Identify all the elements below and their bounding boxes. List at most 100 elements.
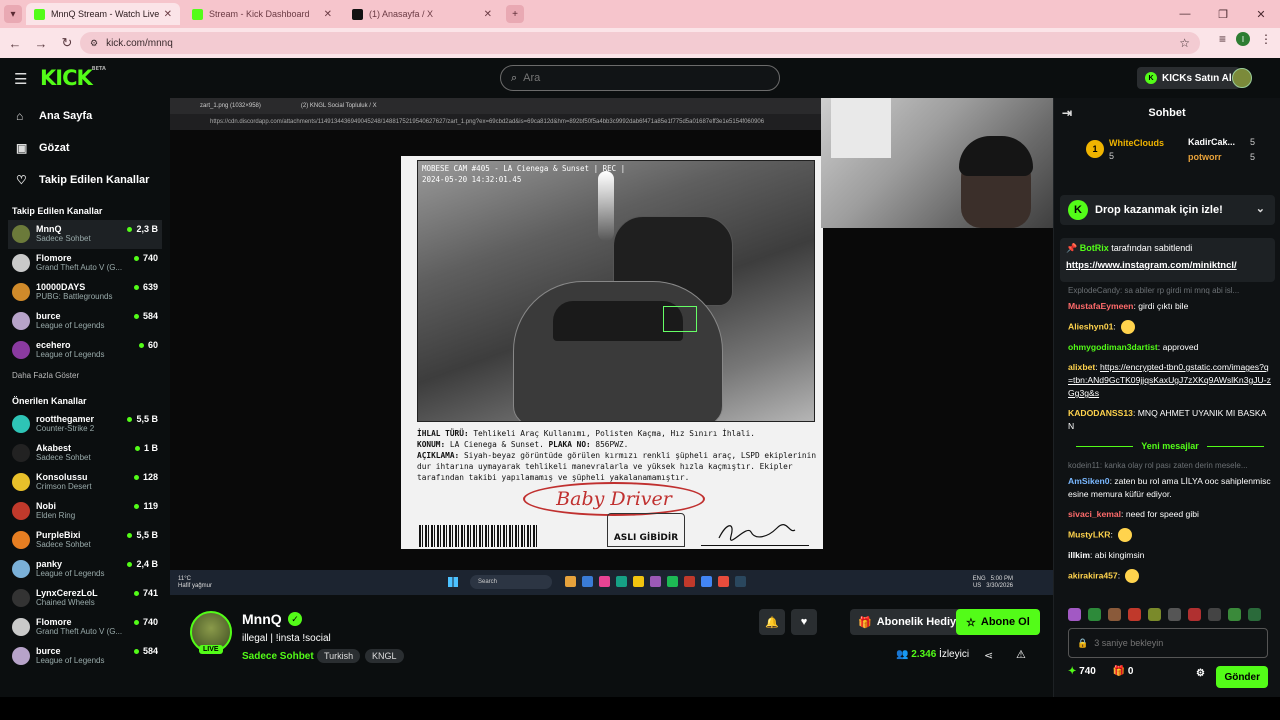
sidebar-channel[interactable]: 10000DAYS PUBG: Battlegrounds 639 — [0, 278, 170, 307]
search-input[interactable] — [523, 72, 754, 84]
drop-banner-text: Drop kazanmak için izle! — [1095, 204, 1223, 216]
emote-icon[interactable] — [1208, 608, 1221, 621]
chat-input[interactable] — [1094, 638, 1255, 648]
chat-username[interactable]: MustafaEymeen — [1068, 301, 1133, 311]
settings-gear-icon[interactable]: ⚙ — [1196, 668, 1205, 679]
notification-bell-icon[interactable]: 🔔 — [759, 609, 785, 635]
new-tab-plus-icon[interactable]: + — [506, 5, 524, 23]
chat-username[interactable]: illkim — [1068, 550, 1090, 560]
user-avatar[interactable] — [1232, 68, 1252, 88]
pinned-link[interactable]: https://www.instagram.com/miniktncl/ — [1066, 260, 1269, 271]
sidebar-channel[interactable]: PurpleBixi Sadece Sohbet 5,5 B — [0, 526, 170, 555]
sidebar-channel[interactable]: ecehero League of Legends 60 — [0, 336, 170, 365]
streamer-name[interactable]: MnnQ — [242, 611, 282, 627]
minimize-icon[interactable]: — — [1166, 0, 1204, 28]
follow-heart-icon[interactable]: ♥ — [791, 609, 817, 635]
emote-icon[interactable] — [1188, 608, 1201, 621]
sidebar-channel[interactable]: burce League of Legends 584 — [0, 307, 170, 336]
kick-logo[interactable]: KICKBETA — [40, 66, 106, 90]
sidebar-channel[interactable]: Flomore Grand Theft Auto V (G... 740 — [0, 249, 170, 278]
browser-menu-icon[interactable]: ⋮ — [1260, 32, 1272, 46]
pinned-message: 📌 BotRix tarafından sabitlendi https://w… — [1060, 238, 1275, 282]
reading-list-icon[interactable]: ≡ — [1219, 32, 1226, 46]
chat-username[interactable]: AmSiken0 — [1068, 476, 1110, 486]
sidebar-channel[interactable]: panky League of Legends 2,4 B — [0, 555, 170, 584]
profile-avatar[interactable]: I — [1236, 32, 1250, 46]
report-warning-icon[interactable]: ⚠ — [1016, 648, 1026, 661]
nav-browse[interactable]: ▣ Gözat — [0, 132, 170, 164]
close-tab-icon[interactable]: ✕ — [324, 9, 332, 20]
tab-search-icon[interactable]: ▾ — [4, 5, 22, 23]
channel-viewers: 740 — [134, 617, 158, 627]
aciklama-value: Siyah-beyaz görüntüde görülen kırmızı re… — [417, 451, 817, 482]
emote-icon[interactable] — [1148, 608, 1161, 621]
gift-box-icon[interactable]: 🎁 — [1113, 666, 1125, 677]
sidebar-channel[interactable]: Konsolussu Crimson Desert 128 — [0, 468, 170, 497]
browser-tab-dashboard[interactable]: Stream - Kick Dashboard ✕ — [184, 3, 340, 25]
nav-home[interactable]: ⌂ Ana Sayfa — [0, 100, 170, 132]
emote-icon[interactable] — [1228, 608, 1241, 621]
chat-text: approved — [1162, 342, 1199, 352]
chat-message: akirakira457: — [1068, 569, 1272, 583]
share-icon[interactable]: ⋖ — [984, 649, 993, 662]
leader-name[interactable]: KadirCak... — [1188, 137, 1235, 147]
send-button[interactable]: Gönder — [1216, 666, 1268, 688]
reload-icon[interactable]: ↻ — [56, 35, 78, 51]
emote-icon[interactable] — [1108, 608, 1121, 621]
chat-text[interactable]: https://encrypted-tbn0.gstatic.com/image… — [1068, 362, 1271, 398]
emote-icon[interactable] — [1248, 608, 1261, 621]
search-bar[interactable]: ⌕ — [500, 65, 780, 91]
sidebar-channel[interactable]: rootthegamer Counter-Strike 2 5,5 B — [0, 410, 170, 439]
address-bar[interactable]: ⚙ kick.com/mnnq ☆ — [80, 32, 1200, 54]
forward-arrow-icon[interactable]: → — [30, 36, 52, 51]
browser-tab-x[interactable]: (1) Anasayfa / X ✕ — [344, 3, 500, 25]
tag-turkish[interactable]: Turkish — [317, 649, 361, 663]
back-arrow-icon[interactable]: ← — [4, 36, 26, 51]
stream-category[interactable]: Sadece Sohbet — [242, 651, 314, 662]
plaka-value: 856PWZ. — [595, 440, 629, 449]
collapse-chat-icon[interactable]: ⇥ — [1062, 106, 1072, 120]
sidebar-channel[interactable]: Flomore Grand Theft Auto V (G... 740 — [0, 613, 170, 642]
nav-following[interactable]: ♡ Takip Edilen Kanallar — [0, 164, 170, 196]
chat-username[interactable]: KADODANSS13 — [1068, 408, 1133, 418]
emote-icon[interactable] — [1088, 608, 1101, 621]
close-tab-icon[interactable]: ✕ — [164, 9, 172, 20]
viewer-label: İzleyici — [939, 649, 970, 660]
chat-username[interactable]: Alieshyn01 — [1068, 321, 1113, 331]
menu-hamburger-icon[interactable]: ☰ — [14, 70, 27, 88]
browser-tab-kick-stream[interactable]: MnnQ Stream - Watch Live ✕ — [26, 3, 180, 25]
chat-username[interactable]: sivaci_kemal — [1068, 509, 1121, 519]
leader-name[interactable]: potworr — [1188, 152, 1222, 162]
chat-username[interactable]: alixbet — [1068, 362, 1095, 372]
violation-text: İHLAL TÜRÜ: Tehlikeli Araç Kullanımı, Po… — [417, 428, 817, 483]
buy-kicks-button[interactable]: K KICKs Satın Al — [1137, 67, 1240, 89]
chat-username[interactable]: akirakira457 — [1068, 570, 1118, 580]
channel-viewers: 741 — [134, 588, 158, 598]
sidebar-channel[interactable]: MnnQ Sadece Sohbet 2,3 B — [8, 220, 162, 249]
emote-icon[interactable] — [1128, 608, 1141, 621]
emote-icon — [1121, 320, 1136, 334]
emote-icon[interactable] — [1168, 608, 1181, 621]
maximize-icon[interactable]: ❐ — [1204, 0, 1242, 28]
chevron-down-icon[interactable]: ⌄ — [1256, 202, 1265, 215]
chat-username[interactable]: ohmygodiman3dartist — [1068, 342, 1158, 352]
chat-username[interactable]: MustyLKR — [1068, 529, 1111, 539]
close-window-icon[interactable]: ✕ — [1242, 0, 1280, 28]
tab-label: Stream - Kick Dashboard — [209, 9, 310, 19]
faded-reply: kodein11: kanka olay rol pası zaten deri… — [1068, 461, 1248, 470]
sidebar-channel[interactable]: burce League of Legends 584 — [0, 642, 170, 671]
drop-banner[interactable]: K Drop kazanmak için izle! ⌄ — [1060, 195, 1275, 225]
sidebar-channel[interactable]: LynxCerezLoL Chained Wheels 741 — [0, 584, 170, 613]
chat-input-box[interactable]: 🔒 — [1068, 628, 1268, 658]
subscribe-button[interactable]: ☆ Abone Ol — [956, 609, 1040, 635]
emote-icon[interactable] — [1068, 608, 1081, 621]
site-info-icon[interactable]: ⚙ — [90, 38, 98, 49]
sidebar-channel[interactable]: Akabest Sadece Sohbet 1 B — [0, 439, 170, 468]
leader-name[interactable]: WhiteClouds — [1109, 138, 1164, 148]
show-more-link[interactable]: Daha Fazla Göster — [0, 365, 170, 386]
sidebar-channel[interactable]: Nobi Elden Ring 119 — [0, 497, 170, 526]
tag-kngl[interactable]: KNGL — [365, 649, 404, 663]
close-tab-icon[interactable]: ✕ — [484, 9, 492, 20]
video-player[interactable]: zart_1.png (1032×958) (2) KNGL Social To… — [170, 98, 1053, 595]
bookmark-star-icon[interactable]: ☆ — [1179, 36, 1190, 50]
